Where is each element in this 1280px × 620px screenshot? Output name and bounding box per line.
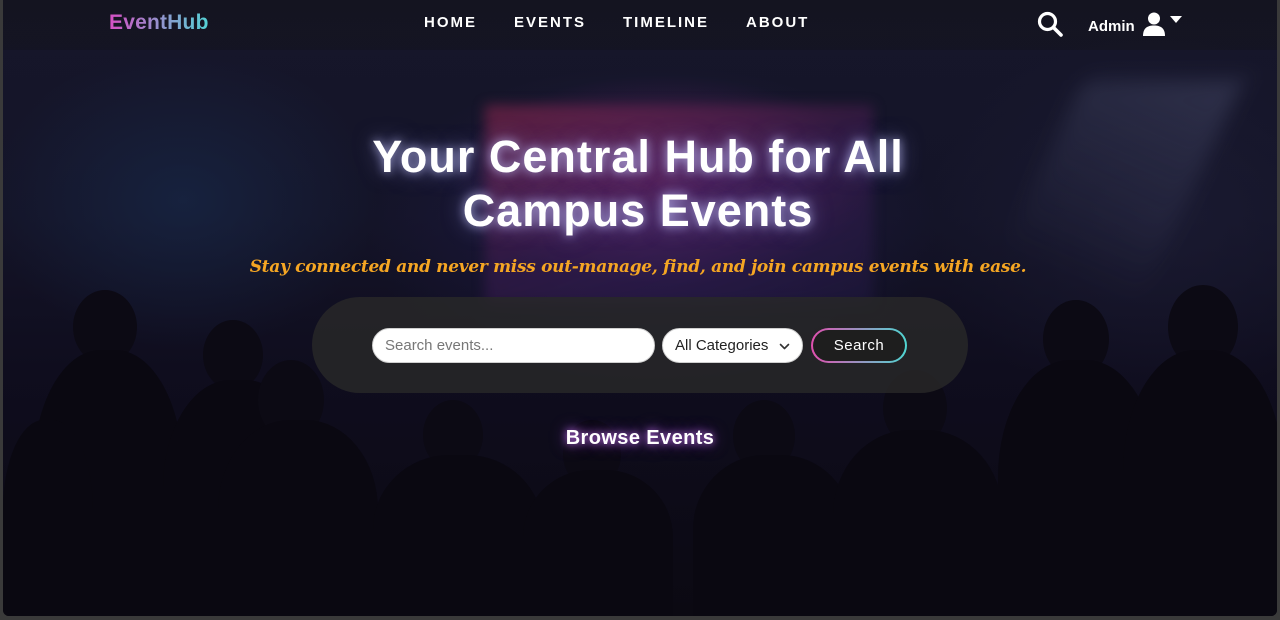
search-icon[interactable] — [1036, 10, 1064, 38]
nav-link-events[interactable]: EVENTS — [514, 14, 586, 31]
hero-title-line-1: Your Central Hub for All — [372, 131, 904, 182]
user-icon — [1142, 12, 1165, 36]
user-name-label: Admin — [1088, 18, 1135, 35]
eventhub-logo[interactable]: EventHub — [109, 11, 209, 35]
nav-link-timeline[interactable]: TIMELINE — [623, 14, 709, 31]
top-navbar: EventHub HOME EVENTS TIMELINE ABOUT Admi… — [3, 0, 1277, 50]
caret-down-icon — [1169, 16, 1182, 23]
user-menu[interactable]: Admin — [1088, 11, 1182, 37]
browse-events-heading[interactable]: Browse Events — [443, 427, 837, 450]
hero-title: Your Central Hub for All Campus Events — [243, 130, 1033, 238]
main-nav: HOME EVENTS TIMELINE ABOUT — [424, 14, 846, 31]
hero-title-line-2: Campus Events — [462, 185, 814, 236]
hero-background: EventHub HOME EVENTS TIMELINE ABOUT Admi… — [3, 0, 1277, 616]
nav-link-about[interactable]: ABOUT — [746, 14, 809, 31]
category-selected-value: All Categories — [675, 337, 769, 354]
search-input[interactable] — [372, 328, 655, 363]
nav-link-home[interactable]: HOME — [424, 14, 477, 31]
hero-subtitle: Stay connected and never miss out-manage… — [249, 257, 1027, 277]
chevron-down-icon — [779, 343, 790, 350]
category-select[interactable]: All Categories — [662, 328, 803, 363]
search-button[interactable]: Search — [811, 328, 907, 363]
